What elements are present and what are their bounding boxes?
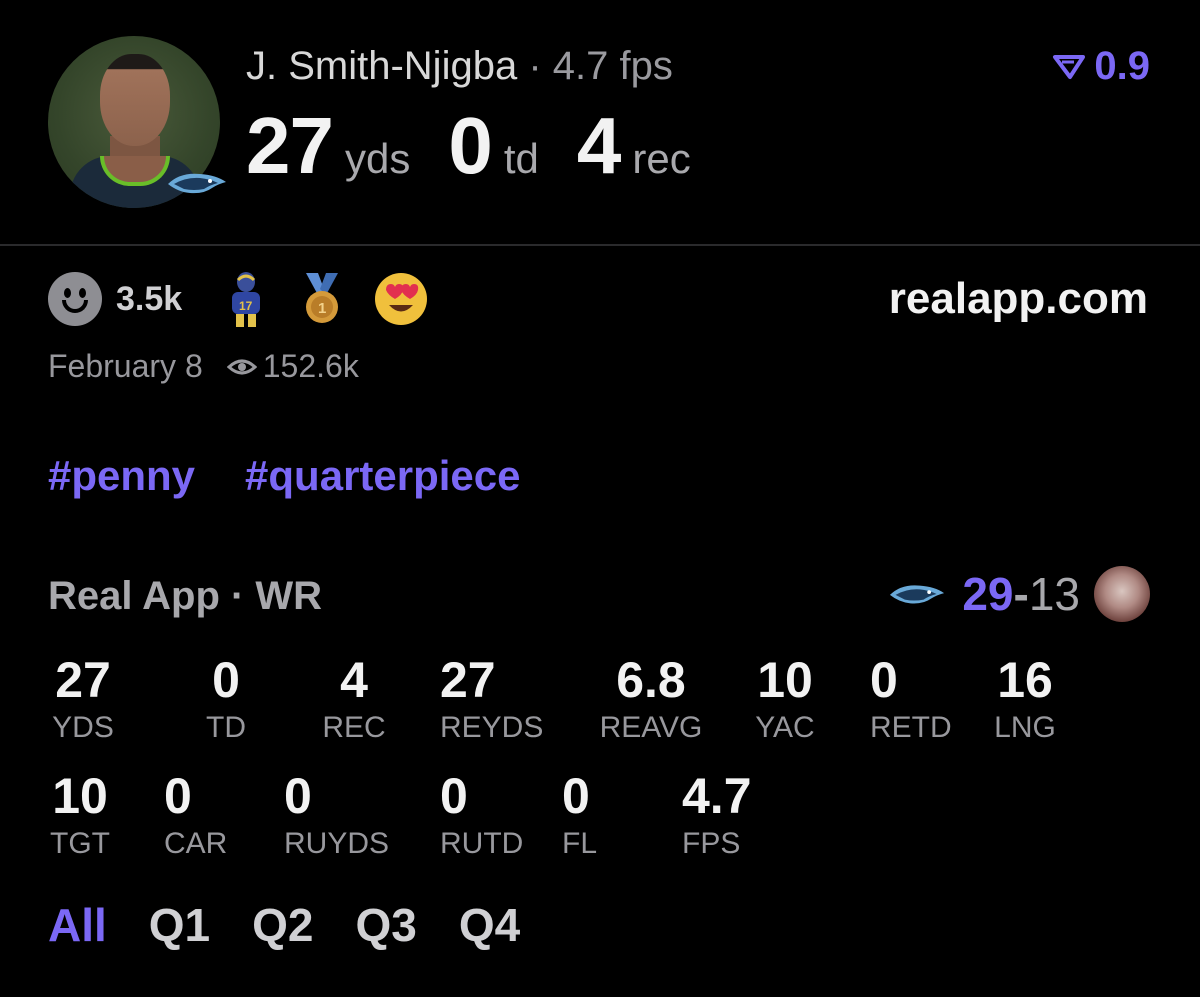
hashtag-list: #penny #quarterpiece xyxy=(48,452,571,500)
stat-tgt: 10 TGT xyxy=(48,766,112,862)
score-badge[interactable]: 0.9 xyxy=(1052,44,1150,89)
svg-text:17: 17 xyxy=(239,299,253,313)
stat-label: TD xyxy=(206,711,246,744)
stat-yac: 10 YAC xyxy=(748,650,822,746)
stat-label: LNG xyxy=(994,711,1056,744)
smiley-icon[interactable] xyxy=(48,272,102,326)
source-domain-link[interactable]: realapp.com xyxy=(889,274,1148,324)
post-meta: February 8 152.6k xyxy=(48,348,359,385)
stat-value: 0 xyxy=(870,652,898,708)
stat-td: 0 TD xyxy=(196,650,256,746)
headline-td-value: 0 xyxy=(448,101,492,190)
tab-q2[interactable]: Q2 xyxy=(252,898,313,952)
headline-yds-unit: yds xyxy=(344,135,411,182)
stat-value: 0 xyxy=(562,768,590,824)
stat-label: FL xyxy=(562,827,598,860)
separator: · xyxy=(528,44,542,88)
game-section-title: Real App · WR xyxy=(48,574,323,618)
stat-label: REYDS xyxy=(440,711,544,744)
svg-text:1: 1 xyxy=(318,300,326,317)
headline-rec-value: 4 xyxy=(576,101,621,190)
player-sticker-icon[interactable]: 17 xyxy=(222,270,270,328)
headline-rec-unit: rec xyxy=(632,135,691,182)
stat-label: CAR xyxy=(164,827,228,860)
reaction-count: 3.5k xyxy=(116,279,183,318)
stat-fl: 0 FL xyxy=(562,766,612,862)
stat-value: 10 xyxy=(757,652,813,708)
stat-value: 0 xyxy=(212,652,240,708)
header-divider xyxy=(0,244,1200,246)
stat-label: REC xyxy=(322,711,386,744)
headline-yds-value: 27 xyxy=(246,101,334,190)
stat-ruyds: 0 RUYDS xyxy=(284,766,400,862)
tab-q1[interactable]: Q1 xyxy=(149,898,210,952)
stat-yds: 27 YDS xyxy=(48,650,118,746)
opponent-avatar[interactable] xyxy=(1094,566,1150,622)
stat-label: FPS xyxy=(682,827,741,860)
home-score: 29 xyxy=(962,568,1014,620)
seahawks-logo-icon xyxy=(890,585,945,604)
stat-value: 6.8 xyxy=(616,652,686,708)
stat-value: 16 xyxy=(997,652,1053,708)
player-title-line: J. Smith-Njigba · 4.7 fps xyxy=(246,44,673,89)
stat-fps: 4.7 FPS xyxy=(682,766,772,862)
avatar-face xyxy=(100,54,170,146)
stat-value: 27 xyxy=(440,652,496,708)
filter-funnel-icon xyxy=(1053,54,1086,79)
tab-q4[interactable]: Q4 xyxy=(459,898,520,952)
stat-value: 0 xyxy=(284,768,312,824)
stat-label: YDS xyxy=(52,711,114,744)
hashtag-penny[interactable]: #penny xyxy=(48,452,195,500)
score-badge-value: 0.9 xyxy=(1094,44,1150,88)
game-result[interactable]: 29-13 xyxy=(888,566,1150,622)
headline-td-unit: td xyxy=(503,135,539,182)
hashtag-quarterpiece[interactable]: #quarterpiece xyxy=(245,452,520,500)
stat-value: 27 xyxy=(55,652,111,708)
view-count: 152.6k xyxy=(262,348,359,384)
stat-value: 4.7 xyxy=(682,768,752,824)
stat-reyds: 27 REYDS xyxy=(440,650,550,746)
quarter-tabs: All Q1 Q2 Q3 Q4 xyxy=(48,898,562,952)
stat-label: TGT xyxy=(50,827,110,860)
stat-lng: 16 LNG xyxy=(990,650,1060,746)
stat-reavg: 6.8 REAVG xyxy=(596,650,706,746)
stat-value: 0 xyxy=(440,768,468,824)
tab-q3[interactable]: Q3 xyxy=(356,898,417,952)
stat-rutd: 0 RUTD xyxy=(440,766,530,862)
fps-summary: 4.7 fps xyxy=(552,44,673,88)
eye-icon xyxy=(226,359,257,374)
score-dash: - xyxy=(1013,568,1029,620)
post-date: February 8 xyxy=(48,348,203,384)
stat-label: REAVG xyxy=(599,711,703,744)
stat-value: 4 xyxy=(340,652,368,708)
player-name[interactable]: J. Smith-Njigba xyxy=(246,44,517,88)
away-score: 13 xyxy=(1028,568,1080,620)
stat-label: RUYDS xyxy=(284,827,390,860)
stat-rec: 4 REC xyxy=(316,650,392,746)
reactions-bar[interactable]: 3.5k 17 1 xyxy=(48,270,458,328)
stat-label: YAC xyxy=(755,711,815,744)
medal-icon[interactable]: 1 xyxy=(300,271,344,327)
headline-stats: 27 yds 0 td 4 rec xyxy=(246,100,729,192)
stat-value: 10 xyxy=(52,768,108,824)
game-score: 29-13 xyxy=(962,567,1080,621)
stat-label: RUTD xyxy=(440,827,524,860)
stat-value: 0 xyxy=(164,768,192,824)
stat-car: 0 CAR xyxy=(164,766,236,862)
stat-label: RETD xyxy=(870,711,952,744)
tab-all[interactable]: All xyxy=(48,898,107,952)
stat-retd: 0 RETD xyxy=(870,650,956,746)
heart-eyes-icon[interactable] xyxy=(374,272,428,326)
seahawks-logo-icon xyxy=(168,173,226,194)
